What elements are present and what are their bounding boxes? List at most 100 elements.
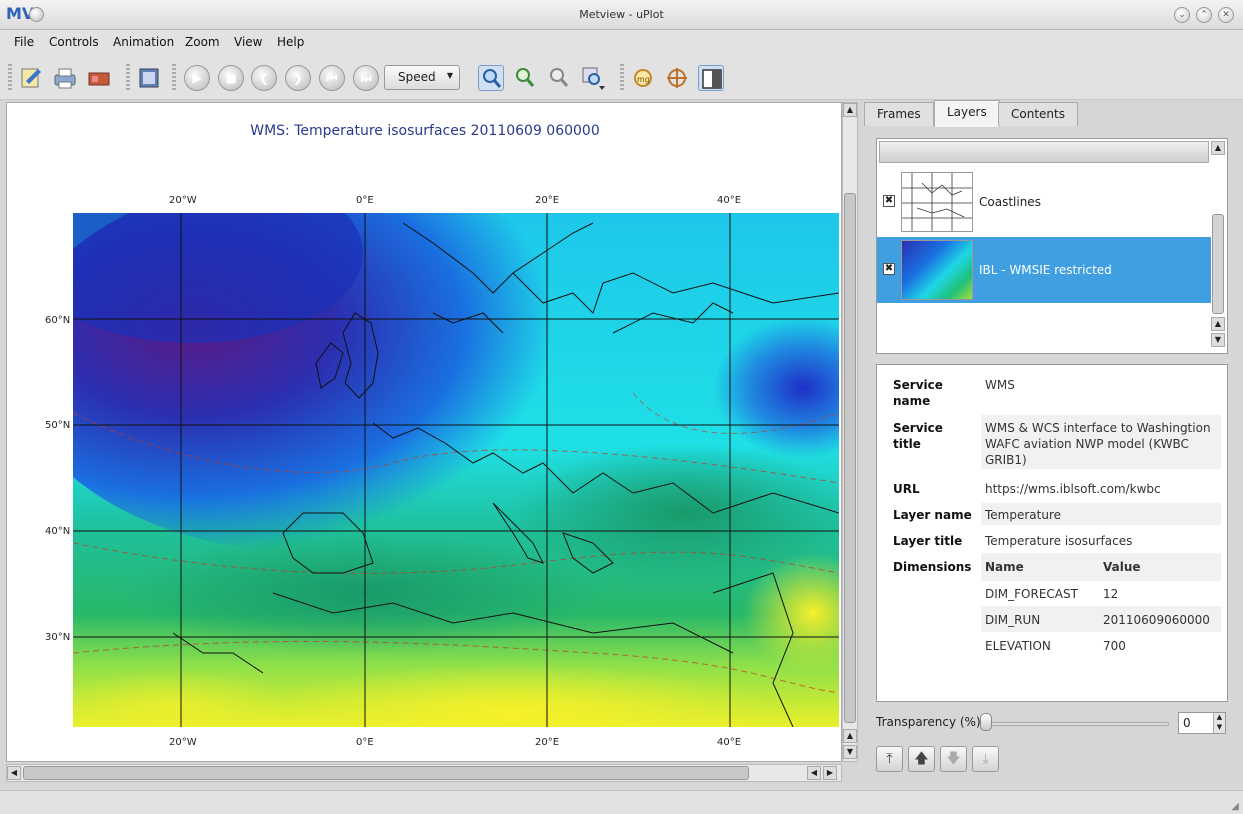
lon-label-bottom: 40°E: [717, 737, 742, 748]
menu-zoom[interactable]: Zoom: [185, 35, 220, 49]
info-value: WMS & WCS interface to Washingtion WAFC …: [985, 421, 1211, 467]
frames-icon[interactable]: [136, 65, 162, 91]
svg-text:mg: mg: [637, 75, 650, 84]
info-key: Layer title: [893, 534, 963, 548]
export-icon[interactable]: [86, 65, 112, 91]
info-value: https://wms.iblsoft.com/kwbc: [985, 482, 1161, 496]
layer-thumbnail: [901, 240, 973, 300]
toolbar-grip[interactable]: [8, 64, 12, 92]
cursor-data-icon[interactable]: [664, 65, 690, 91]
speed-dropdown[interactable]: Speed ▼: [384, 65, 460, 90]
move-top-icon: ⤒: [886, 751, 893, 767]
zoom-icon[interactable]: [478, 65, 504, 91]
menu-help[interactable]: Help: [277, 35, 304, 49]
plot-horizontal-scrollbar[interactable]: ◀ ◀ ▶: [6, 764, 842, 782]
zoom-out-icon[interactable]: [546, 65, 572, 91]
info-value: WMS: [985, 378, 1015, 392]
layer-row-coastlines[interactable]: ✖ Coastlines: [877, 169, 1211, 235]
scroll-left-icon[interactable]: ◀: [7, 766, 21, 780]
zoom-stack-icon[interactable]: [580, 65, 606, 91]
layer-visibility-checkbox[interactable]: ✖: [883, 263, 895, 275]
minimize-button[interactable]: ⌄: [1174, 7, 1190, 23]
move-down-button[interactable]: 🡇: [940, 746, 967, 772]
dim-name: ELEVATION: [985, 639, 1051, 653]
scroll-left-icon[interactable]: ◀: [807, 766, 821, 780]
status-bar: ◢: [0, 790, 1243, 814]
close-button[interactable]: ✕: [1218, 7, 1234, 23]
window-title: Metview - uPlot: [579, 8, 664, 21]
magnifier-icon[interactable]: mg: [630, 65, 656, 91]
scrollbar-thumb[interactable]: [23, 766, 749, 780]
move-to-bottom-button[interactable]: ⤓: [972, 746, 999, 772]
layer-row-wms[interactable]: ✖ IBL - WMSIE restricted: [877, 237, 1211, 303]
layer-visibility-checkbox[interactable]: ✖: [883, 195, 895, 207]
dim-value: 700: [1103, 639, 1126, 653]
tab-frames[interactable]: Frames: [864, 102, 934, 126]
info-key: Service name: [893, 378, 943, 408]
info-value: Temperature isosurfaces: [985, 534, 1133, 548]
plot-title: WMS: Temperature isosurfaces 20110609 06…: [250, 123, 600, 139]
dim-header-value: Value: [1103, 560, 1141, 574]
tab-contents[interactable]: Contents: [998, 102, 1078, 126]
spin-down-icon[interactable]: ▼: [1213, 723, 1225, 733]
toolbar-grip[interactable]: [126, 64, 130, 92]
layers-list: ✖ Coastlines ✖ IBL - WMSIE restricted ▲ …: [876, 138, 1228, 354]
menu-animation[interactable]: Animation: [113, 35, 174, 49]
scroll-up-icon[interactable]: ▲: [1211, 317, 1225, 331]
info-key: Layer name: [893, 508, 972, 522]
scroll-down-icon[interactable]: ▼: [1211, 333, 1225, 347]
chevron-down-icon: ▼: [446, 71, 453, 80]
edit-icon[interactable]: [18, 65, 44, 91]
first-icon[interactable]: ⏮: [319, 65, 345, 91]
plot-canvas[interactable]: WMS: Temperature isosurfaces 20110609 06…: [6, 102, 842, 762]
menu-view[interactable]: View: [234, 35, 262, 49]
transparency-slider-handle[interactable]: [980, 713, 992, 731]
plot-vertical-scrollbar[interactable]: ▲ ▲ ▼: [842, 102, 858, 762]
layer-label: IBL - WMSIE restricted: [979, 263, 1112, 277]
spin-up-icon[interactable]: ▲: [1213, 713, 1225, 723]
resize-grip-icon[interactable]: ◢: [1231, 801, 1239, 812]
lon-label-top: 20°W: [169, 195, 197, 206]
map-svg: [73, 213, 839, 727]
print-icon[interactable]: [52, 65, 78, 91]
scroll-down-icon[interactable]: ▼: [843, 745, 857, 759]
scroll-up-icon[interactable]: ▲: [843, 103, 857, 117]
scroll-up-icon[interactable]: ▲: [843, 729, 857, 743]
scrollbar-thumb[interactable]: [844, 193, 856, 723]
side-panel: Frames Layers Contents ✖ Coastlines ✖ IB…: [864, 100, 1236, 790]
lat-label: 50°N: [45, 420, 71, 431]
arrow-up-icon: 🡅: [914, 751, 929, 767]
dim-value: 20110609060000: [1103, 613, 1210, 627]
side-panel-icon[interactable]: [698, 65, 724, 91]
tab-layers[interactable]: Layers: [934, 100, 1000, 127]
scroll-right-icon[interactable]: ▶: [823, 766, 837, 780]
next-icon[interactable]: ❯: [285, 65, 311, 91]
stop-icon[interactable]: ■: [218, 65, 244, 91]
layers-list-header: [879, 141, 1209, 163]
transparency-slider[interactable]: [984, 722, 1169, 726]
info-key: URL: [893, 482, 920, 496]
dim-name: DIM_RUN: [985, 613, 1041, 627]
temperature-map[interactable]: [73, 213, 839, 727]
menu-bar: File Controls Animation Zoom View Help: [0, 30, 1243, 56]
layer-info-panel: Service name WMS Service title WMS & WCS…: [876, 364, 1228, 702]
scrollbar-thumb[interactable]: [1212, 214, 1224, 314]
toolbar-grip[interactable]: [172, 64, 176, 92]
scroll-up-icon[interactable]: ▲: [1211, 141, 1225, 155]
move-to-top-button[interactable]: ⤒: [876, 746, 903, 772]
speed-label: Speed: [398, 70, 436, 84]
last-icon[interactable]: ⏭: [353, 65, 379, 91]
move-bottom-icon: ⤓: [982, 751, 989, 767]
lon-label-top: 40°E: [717, 195, 742, 206]
menu-controls[interactable]: Controls: [49, 35, 99, 49]
prev-icon[interactable]: ❮: [251, 65, 277, 91]
dim-value: 12: [1103, 587, 1119, 601]
toolbar-grip[interactable]: [620, 64, 624, 92]
zoom-in-icon[interactable]: [512, 65, 538, 91]
move-up-button[interactable]: 🡅: [908, 746, 935, 772]
menu-file[interactable]: File: [14, 35, 34, 49]
maximize-button[interactable]: ⌃: [1196, 7, 1212, 23]
transparency-spinbox[interactable]: 0 ▲ ▼: [1178, 712, 1226, 734]
info-key: Dimensions: [893, 560, 972, 574]
play-icon[interactable]: ▶: [184, 65, 210, 91]
